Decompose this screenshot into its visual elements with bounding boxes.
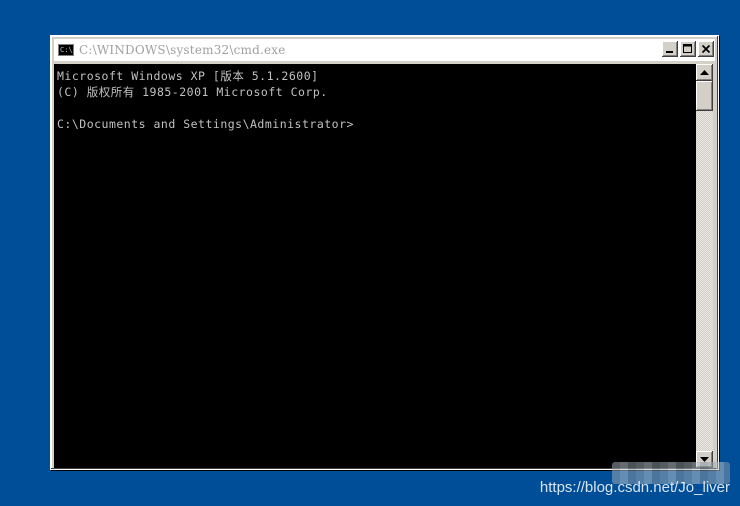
window-title: C:\WINDOWS\system32\cmd.exe	[79, 43, 286, 57]
watermark-text: https://blog.csdn.net/Jo_liver	[539, 479, 730, 496]
close-button[interactable]	[698, 41, 714, 57]
minimize-button[interactable]	[662, 41, 678, 57]
scroll-up-arrow-icon	[700, 69, 709, 75]
scroll-up-button[interactable]	[696, 64, 713, 81]
desktop-background: C:\ C:\WINDOWS\system32\cmd.exe Microsof…	[0, 0, 740, 506]
window-controls	[662, 41, 714, 57]
window-title-bar[interactable]: C:\ C:\WINDOWS\system32\cmd.exe	[54, 39, 715, 61]
console-prompt[interactable]: C:\Documents and Settings\Administrator>	[57, 116, 354, 132]
scroll-thumb[interactable]	[696, 81, 713, 111]
console-line-version: Microsoft Windows XP [版本 5.1.2600]	[57, 69, 319, 83]
console-line-copyright: (C) 版权所有 1985-2001 Microsoft Corp.	[57, 85, 328, 99]
maximize-button[interactable]	[680, 41, 696, 57]
command-prompt-window[interactable]: C:\ C:\WINDOWS\system32\cmd.exe Microsof…	[50, 35, 719, 470]
minimize-icon	[666, 51, 673, 53]
console-output-area[interactable]: Microsoft Windows XP [版本 5.1.2600] (C) 版…	[54, 64, 696, 468]
maximize-icon	[683, 44, 692, 53]
vertical-scrollbar[interactable]	[696, 64, 713, 468]
close-icon	[701, 44, 711, 54]
console-window-icon[interactable]: C:\	[58, 44, 74, 56]
